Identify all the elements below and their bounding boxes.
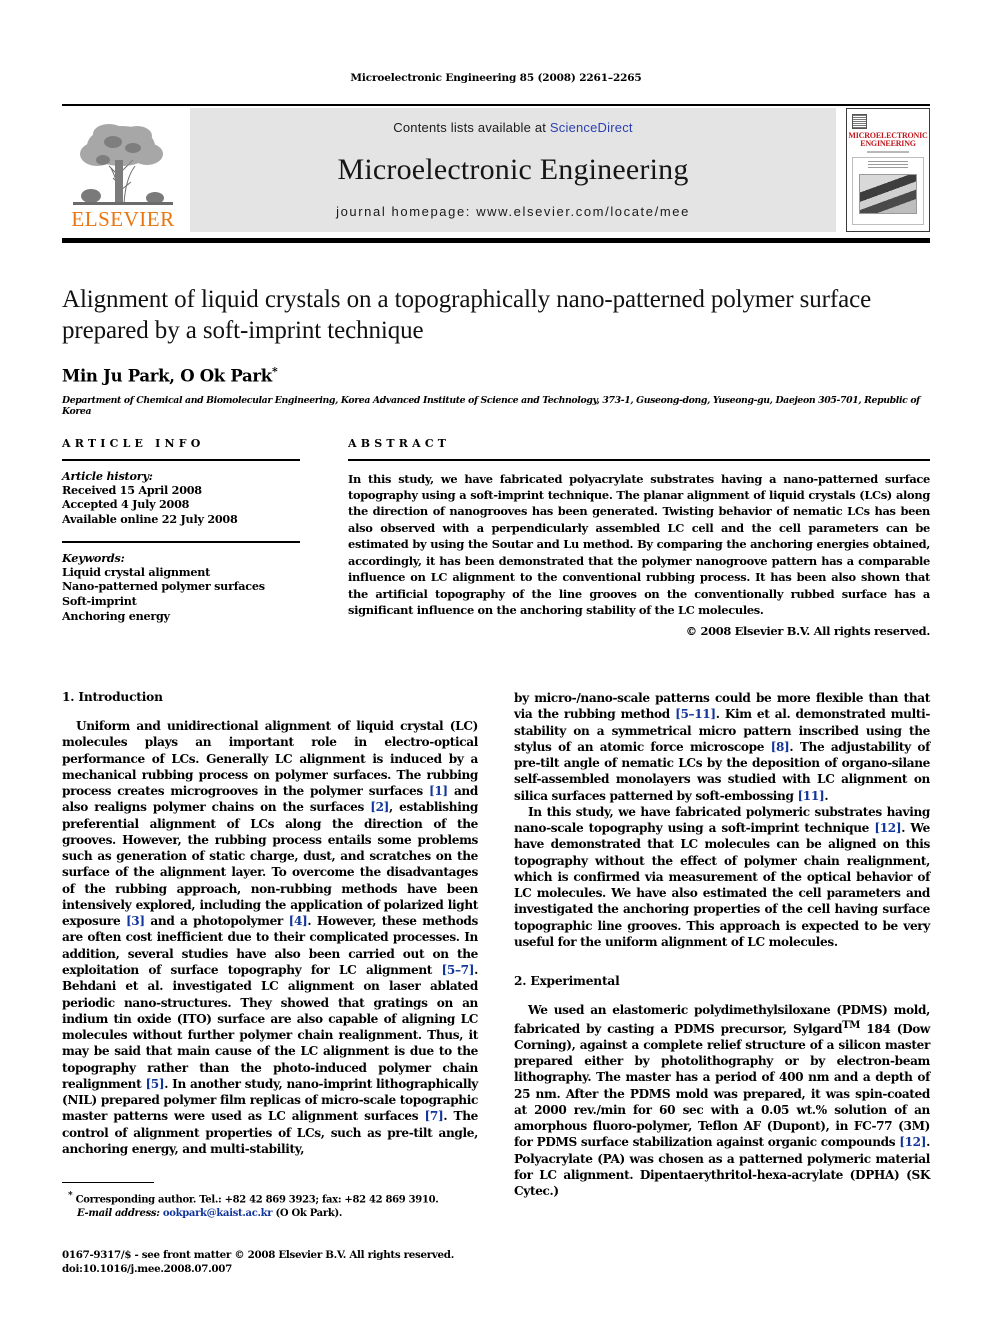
body-column-right: by micro-/nano-scale patterns could be m… [514,690,930,1199]
issn-copyright-line: 0167-9317/$ - see front matter © 2008 El… [62,1249,454,1261]
header-top-rule [62,104,930,106]
keyword-item: Soft-imprint [62,594,137,609]
article-first-page: Microelectronic Engineering 85 (2008) 22… [0,0,992,1323]
author-names: Min Ju Park, O Ok Park [62,366,272,385]
journal-homepage-link[interactable]: journal homepage: www.elsevier.com/locat… [336,204,690,219]
citation-ref[interactable]: [2] [370,800,389,814]
keyword-item: Anchoring energy [62,608,170,623]
abstract-rule [348,459,930,461]
text-run: In this study, we have fabricated polyme… [514,804,930,836]
journal-title: Microelectronic Engineering [337,152,689,186]
citation-ref[interactable]: [7] [425,1109,444,1123]
citation-ref[interactable]: [5–7] [442,963,475,977]
text-run: 184 (Dow Corning), against a complete re… [514,1021,930,1150]
paragraph-this-study: In this study, we have fabricated polyme… [514,804,930,950]
paragraph-intro: Uniform and unidirectional alignment of … [62,718,478,1157]
elsevier-tree-icon [73,124,173,205]
title-block: Alignment of liquid crystals on a topogr… [62,284,930,417]
history-available-online: Available online 22 July 2008 [62,512,238,527]
elsevier-wordmark: ELSEVIER [71,207,175,231]
citation-ref[interactable]: [3] [126,914,145,928]
history-received: Received 15 April 2008 [62,482,202,497]
cover-text-lines [867,160,909,170]
page-title: Alignment of liquid crystals on a topogr… [62,286,872,345]
keywords-label: Keywords: [62,550,125,565]
affiliation: Department of Chemical and Biomolecular … [62,395,920,417]
contents-prefix: Contents lists available at [393,120,550,135]
article-info-label: ARTICLE INFO [62,437,205,450]
keyword-item: Liquid crystal alignment [62,564,211,579]
cover-elsevier-mark-icon [852,114,867,129]
text-run: . We have demonstrated that LC molecules… [514,821,930,949]
paragraph-experimental: We used an elastomeric polydimethylsilox… [514,1002,930,1199]
body-column-left: 1. Introduction Uniform and unidirection… [62,690,478,1199]
footnote-corresponding-line: * Corresponding author. Tel.: +82 42 869… [62,1190,478,1207]
citation-ref[interactable]: [5] [145,1077,164,1091]
trademark-mark: TM [842,1019,861,1031]
abstract-column: ABSTRACT In this study, we have fabricat… [348,437,930,638]
body-columns: 1. Introduction Uniform and unidirection… [62,690,930,1199]
section-heading-introduction: 1. Introduction [62,690,163,704]
text-run: . [824,788,829,803]
corresponding-author-marker: * [271,364,278,378]
text-run: , establishing preferential alignment of… [62,800,478,929]
abstract-text: In this study, we have fabricated polyac… [348,471,930,617]
email-link[interactable]: ookpark@kaist.ac.kr [163,1208,273,1219]
citation-ref[interactable]: [1] [429,784,448,798]
contents-available-line: Contents lists available at ScienceDirec… [393,120,632,135]
elsevier-logo: ELSEVIER [62,108,184,232]
email-address-label: E-mail address: [77,1208,160,1220]
sciencedirect-link[interactable]: ScienceDirect [550,120,633,135]
article-history-label: Article history: [62,468,153,483]
citation-ref[interactable]: [8] [771,740,790,754]
article-info-column: ARTICLE INFO Article history: Received 1… [62,437,300,638]
cover-journal-title: MICROELECTRONIC ENGINEERING [848,131,928,149]
doi-line: doi:10.1016/j.mee.2008.07.007 [62,1263,232,1276]
header-bottom-rule [62,238,930,243]
keyword-item: Nano-patterned polymer surfaces [62,579,265,594]
cover-inner-frame [852,156,924,225]
footnote-bullet-marker: * [68,1191,73,1202]
citation-ref[interactable]: [4] [289,914,308,928]
abstract-copyright: © 2008 Elsevier B.V. All rights reserved… [685,624,931,639]
citation-ref[interactable]: [5–11] [675,707,716,721]
keywords-rule [62,540,300,543]
email-owner: (O Ok Park). [275,1208,343,1220]
abstract-label: ABSTRACT [348,437,451,450]
footnote-contact-text: Corresponding author. Tel.: +82 42 869 3… [75,1194,439,1206]
journal-cover-thumbnail: MICROELECTRONIC ENGINEERING [846,108,930,232]
citation-ref[interactable]: [12] [899,1135,926,1149]
text-run: Uniform and unidirectional alignment of … [62,719,478,799]
text-run: . Behdani et al. investigated LC alignme… [62,962,478,1091]
journal-header: ELSEVIER Contents lists available at Sci… [62,104,930,243]
footnote-rule [62,1182,154,1184]
history-accepted: Accepted 4 July 2008 [62,497,190,512]
author-list: Min Ju Park, O Ok Park* [62,365,930,386]
paragraph-intro-cont: by micro-/nano-scale patterns could be m… [514,690,930,804]
footnote-email-line: E-mail address: ookpark@kaist.ac.kr (O O… [62,1207,478,1221]
imprint-block: 0167-9317/$ - see front matter © 2008 El… [62,1248,582,1277]
keywords-block: Keywords: Liquid crystal alignment Nano-… [62,551,300,624]
cover-artwork-image [858,173,918,214]
cover-subtitle-rule [867,150,909,153]
text-run: and a photopolymer [144,914,289,929]
journal-header-band: Contents lists available at ScienceDirec… [190,108,836,232]
article-history-block: Article history: Received 15 April 2008 … [62,469,300,527]
corresponding-author-footnote: * Corresponding author. Tel.: +82 42 869… [62,1182,478,1221]
running-head: Microelectronic Engineering 85 (2008) 22… [350,72,642,84]
citation-ref[interactable]: [11] [797,789,824,803]
info-abstract-section: ARTICLE INFO Article history: Received 1… [62,437,930,638]
section-heading-experimental: 2. Experimental [514,974,620,989]
citation-ref[interactable]: [12] [874,821,901,835]
article-info-rule [62,459,300,461]
